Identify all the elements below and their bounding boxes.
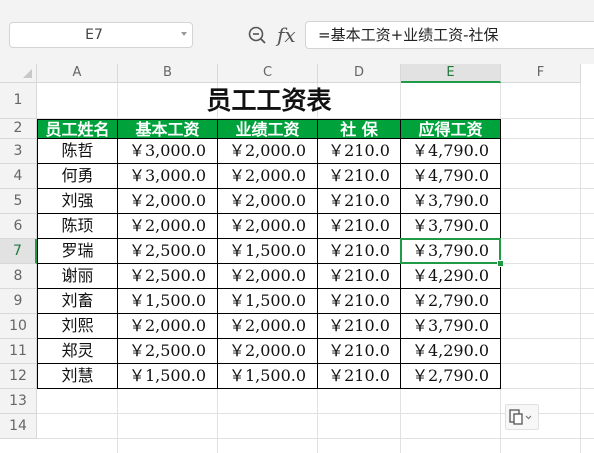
formula-bar: E7 fx =基本工资+业绩工资-社保: [0, 0, 594, 64]
currency-cell[interactable]: ￥210.0: [318, 214, 401, 239]
employee-name-cell[interactable]: 郑灵: [37, 339, 118, 364]
employee-name-cell[interactable]: 罗瑞: [37, 239, 118, 264]
currency-cell[interactable]: ￥2,000.0: [218, 164, 318, 189]
fx-icon[interactable]: fx: [277, 22, 296, 48]
currency-cell[interactable]: ￥1,500.0: [218, 289, 318, 314]
currency-cell[interactable]: ￥2,500.0: [118, 264, 218, 289]
row-header-7[interactable]: 7: [0, 239, 37, 264]
row-header-8[interactable]: 8: [0, 264, 37, 289]
select-all-corner[interactable]: [0, 64, 37, 83]
currency-cell[interactable]: ￥4,290.0: [401, 339, 501, 364]
employee-name-cell[interactable]: 陈哲: [37, 139, 118, 164]
row-header-4[interactable]: 4: [0, 164, 37, 189]
row-header-14[interactable]: 14: [0, 414, 37, 439]
row-header-10[interactable]: 10: [0, 314, 37, 339]
table-header-cell[interactable]: 应得工资: [401, 119, 501, 139]
employee-name-cell[interactable]: 刘强: [37, 189, 118, 214]
fill-handle[interactable]: [497, 260, 504, 267]
currency-cell[interactable]: ￥210.0: [318, 189, 401, 214]
currency-cell[interactable]: ￥2,000.0: [118, 314, 218, 339]
row-header-3[interactable]: 3: [0, 139, 37, 164]
row-header-11[interactable]: 11: [0, 339, 37, 364]
currency-cell[interactable]: ￥1,500.0: [118, 364, 218, 389]
employee-name-cell[interactable]: 刘慧: [37, 364, 118, 389]
table-header-cell[interactable]: 业绩工资: [218, 119, 318, 139]
active-cell-selection[interactable]: [400, 238, 501, 264]
row-header-13[interactable]: 13: [0, 389, 37, 414]
currency-cell[interactable]: ￥2,000.0: [218, 139, 318, 164]
currency-cell[interactable]: ￥3,790.0: [401, 214, 501, 239]
employee-name-cell[interactable]: 刘熙: [37, 314, 118, 339]
sheet-title[interactable]: 员工工资表: [37, 83, 501, 119]
currency-cell[interactable]: ￥3,000.0: [118, 139, 218, 164]
table-header-cell[interactable]: 基本工资: [118, 119, 218, 139]
currency-cell[interactable]: ￥1,500.0: [218, 239, 318, 264]
row-header-5[interactable]: 5: [0, 189, 37, 214]
table-header-cell[interactable]: 员工姓名: [37, 119, 118, 139]
currency-cell[interactable]: ￥210.0: [318, 139, 401, 164]
row-header-6[interactable]: 6: [0, 214, 37, 239]
row-header-9[interactable]: 9: [0, 289, 37, 314]
currency-cell[interactable]: ￥3,790.0: [401, 189, 501, 214]
gridline-horizontal: [37, 438, 594, 439]
currency-cell[interactable]: ￥1,500.0: [118, 289, 218, 314]
currency-cell[interactable]: ￥2,000.0: [218, 214, 318, 239]
currency-cell[interactable]: ￥2,000.0: [218, 314, 318, 339]
currency-cell[interactable]: ￥210.0: [318, 339, 401, 364]
currency-cell[interactable]: ￥4,290.0: [401, 264, 501, 289]
currency-cell[interactable]: ￥4,790.0: [401, 164, 501, 189]
currency-cell[interactable]: ￥2,000.0: [218, 339, 318, 364]
currency-cell[interactable]: ￥2,000.0: [218, 189, 318, 214]
column-header-d[interactable]: D: [318, 64, 401, 83]
column-header-f[interactable]: F: [501, 64, 581, 83]
employee-name-cell[interactable]: 何勇: [37, 164, 118, 189]
currency-cell[interactable]: ￥2,000.0: [118, 214, 218, 239]
employee-name-cell[interactable]: 刘畜: [37, 289, 118, 314]
currency-cell[interactable]: ￥210.0: [318, 164, 401, 189]
row-header-12[interactable]: 12: [0, 364, 37, 389]
currency-cell[interactable]: ￥4,790.0: [401, 139, 501, 164]
paste-options-button[interactable]: [505, 404, 539, 430]
currency-cell[interactable]: ￥2,500.0: [118, 339, 218, 364]
employee-name-cell[interactable]: 谢丽: [37, 264, 118, 289]
zoom-formula-icon[interactable]: [248, 26, 266, 44]
currency-cell[interactable]: ￥2,790.0: [401, 289, 501, 314]
row-header-2[interactable]: 2: [0, 119, 37, 139]
row-header-1[interactable]: 1: [0, 83, 37, 119]
currency-cell[interactable]: ￥210.0: [318, 364, 401, 389]
name-box-value: E7: [85, 27, 103, 43]
currency-cell[interactable]: ￥1,500.0: [218, 364, 318, 389]
formula-input[interactable]: =基本工资+业绩工资-社保: [305, 21, 594, 49]
currency-cell[interactable]: ￥3,000.0: [118, 164, 218, 189]
column-header-a[interactable]: A: [37, 64, 118, 83]
currency-cell[interactable]: ￥2,000.0: [218, 264, 318, 289]
column-header-e[interactable]: E: [401, 64, 501, 83]
currency-cell[interactable]: ￥2,500.0: [118, 239, 218, 264]
currency-cell[interactable]: ￥210.0: [318, 289, 401, 314]
currency-cell[interactable]: ￥3,790.0: [401, 314, 501, 339]
currency-cell[interactable]: ￥210.0: [318, 314, 401, 339]
employee-name-cell[interactable]: 陈顼: [37, 214, 118, 239]
chevron-down-icon[interactable]: [181, 32, 187, 36]
currency-cell[interactable]: ￥2,790.0: [401, 364, 501, 389]
column-header-b[interactable]: B: [118, 64, 218, 83]
table-header-cell[interactable]: 社 保: [318, 119, 401, 139]
currency-cell[interactable]: ￥210.0: [318, 264, 401, 289]
currency-cell[interactable]: ￥210.0: [318, 239, 401, 264]
currency-cell[interactable]: ￥2,000.0: [118, 189, 218, 214]
column-header-c[interactable]: C: [218, 64, 318, 83]
paste-options-icon: [509, 409, 532, 425]
name-box[interactable]: E7: [9, 22, 193, 48]
